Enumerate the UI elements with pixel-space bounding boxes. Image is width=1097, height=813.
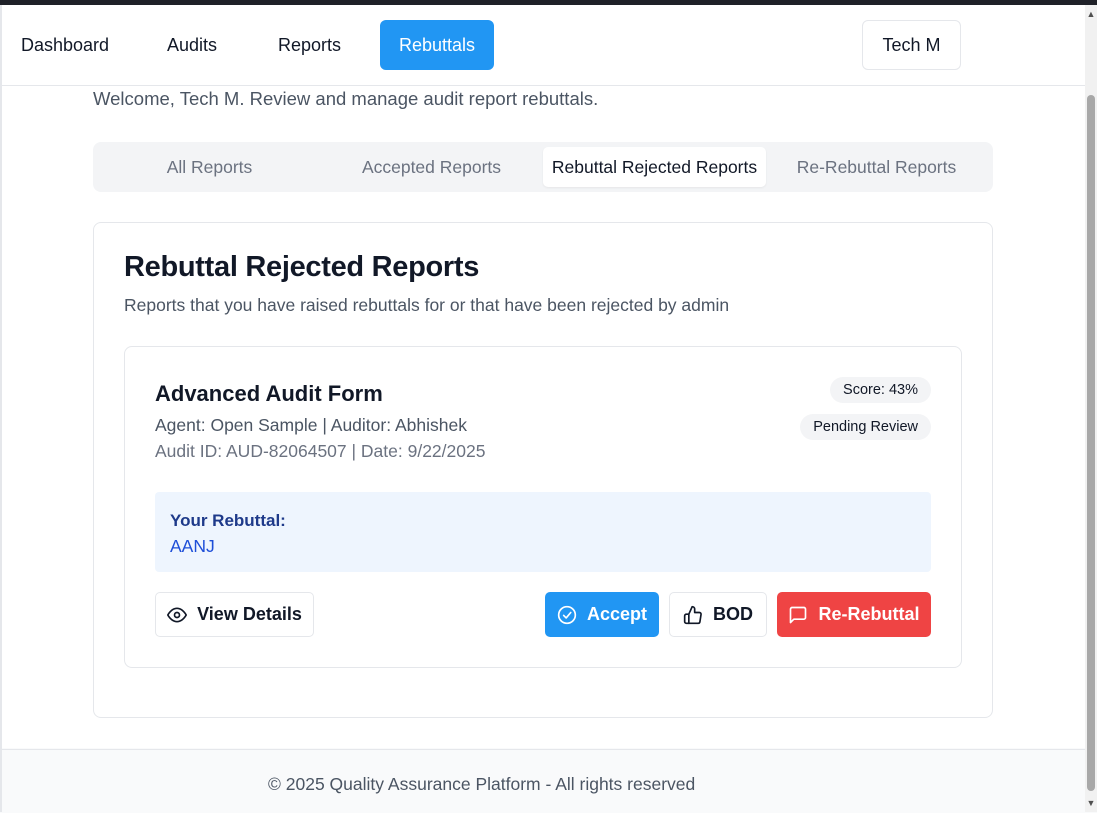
bod-button[interactable]: BOD	[669, 592, 767, 637]
nav-dashboard[interactable]: Dashboard	[2, 20, 128, 70]
re-rebuttal-label: Re-Rebuttal	[818, 604, 920, 624]
eye-icon	[167, 605, 188, 625]
user-menu-button[interactable]: Tech M	[862, 20, 961, 70]
nav-rebuttals[interactable]: Rebuttals	[380, 20, 495, 70]
report-tabs: All Reports Accepted Reports Rebuttal Re…	[93, 142, 993, 192]
tab-accepted-reports[interactable]: Accepted Reports	[320, 147, 543, 187]
main-content: Welcome, Tech M. Review and manage audit…	[2, 86, 1085, 748]
check-circle-icon	[557, 605, 577, 625]
accept-button[interactable]: Accept	[545, 592, 659, 637]
scroll-down-arrow-icon[interactable]: ▼	[1085, 796, 1097, 810]
view-details-button[interactable]: View Details	[155, 592, 314, 637]
nav-reports[interactable]: Reports	[259, 20, 360, 70]
rebuttal-text: AANJ	[170, 536, 215, 556]
view-details-label: View Details	[197, 604, 302, 624]
report-item: Advanced Audit Form Agent: Open Sample |…	[124, 346, 962, 668]
nav-audits[interactable]: Audits	[148, 20, 236, 70]
report-title: Advanced Audit Form	[155, 381, 383, 406]
report-agent-auditor: Agent: Open Sample | Auditor: Abhishek	[155, 415, 467, 435]
tab-all-reports[interactable]: All Reports	[98, 147, 321, 187]
section-subtitle: Reports that you have raised rebuttals f…	[124, 295, 730, 315]
report-id-date: Audit ID: AUD-82064507 | Date: 9/22/2025	[155, 441, 486, 461]
scroll-up-arrow-icon[interactable]: ▲	[1085, 7, 1097, 21]
status-badge: Pending Review	[800, 414, 931, 440]
footer-copyright: © 2025 Quality Assurance Platform - All …	[268, 774, 696, 794]
accept-label: Accept	[586, 604, 648, 624]
top-navbar: Dashboard Audits Reports Rebuttals Tech …	[2, 5, 1085, 86]
tab-rebuttal-rejected-reports[interactable]: Rebuttal Rejected Reports	[543, 147, 766, 187]
re-rebuttal-button[interactable]: Re-Rebuttal	[777, 592, 931, 637]
vertical-scrollbar[interactable]: ▲ ▼	[1085, 5, 1097, 812]
rebuttal-box: Your Rebuttal: AANJ	[155, 492, 931, 572]
rebuttal-label: Your Rebuttal:	[170, 511, 286, 530]
bod-label: BOD	[713, 604, 753, 624]
score-badge: Score: 43%	[830, 377, 931, 403]
welcome-text: Welcome, Tech M. Review and manage audit…	[93, 88, 599, 109]
scrollbar-thumb[interactable]	[1087, 95, 1095, 791]
section-title: Rebuttal Rejected Reports	[124, 251, 480, 283]
tab-re-rebuttal-reports[interactable]: Re-Rebuttal Reports	[765, 147, 988, 187]
message-square-icon	[788, 605, 808, 625]
thumbs-up-icon	[683, 605, 703, 625]
footer: © 2025 Quality Assurance Platform - All …	[2, 749, 1085, 813]
rebuttal-rejected-card: Rebuttal Rejected Reports Reports that y…	[93, 222, 993, 718]
